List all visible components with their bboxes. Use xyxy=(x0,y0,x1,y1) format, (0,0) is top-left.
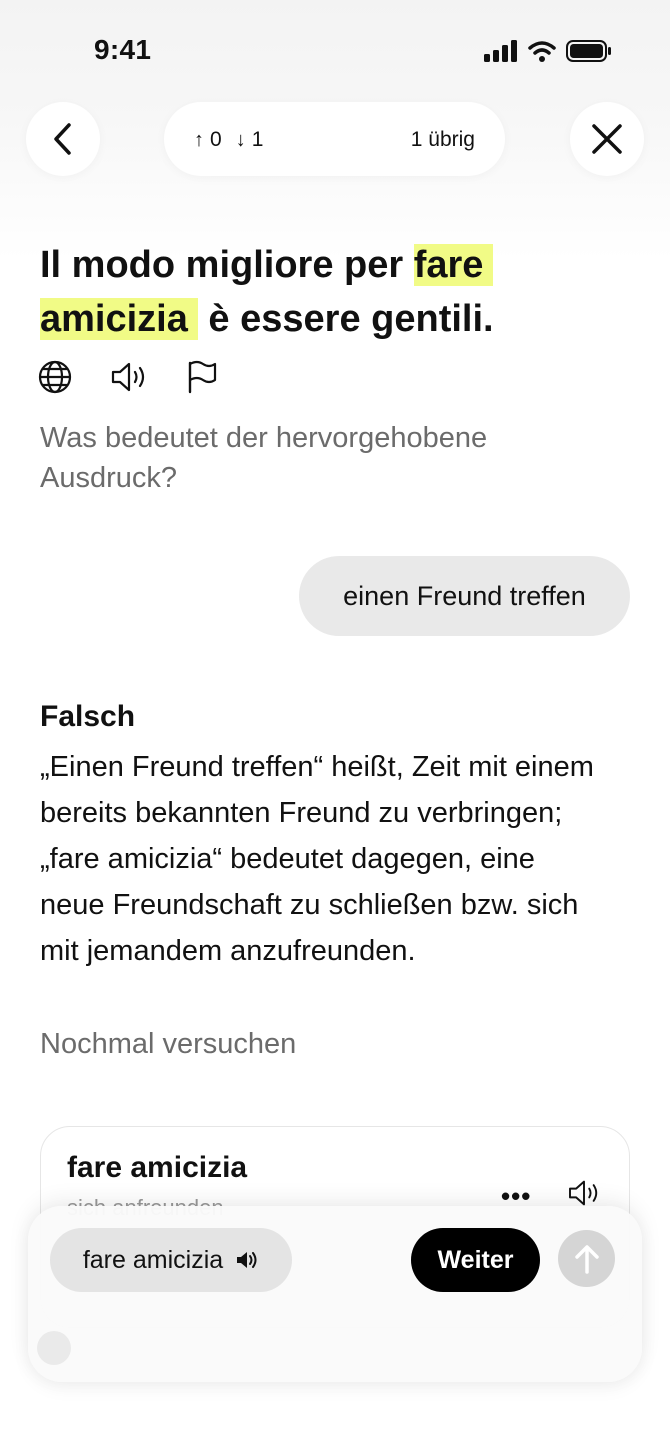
close-button[interactable] xyxy=(570,102,644,176)
sentence-before: Il modo migliore per xyxy=(40,244,414,286)
retry-link[interactable]: Nochmal versuchen xyxy=(40,1028,296,1061)
chevron-left-icon xyxy=(54,123,71,155)
highlighted-word-1[interactable]: fare xyxy=(413,244,494,286)
feedback-verdict: Falsch xyxy=(40,700,136,733)
status-icons xyxy=(484,40,612,62)
globe-icon[interactable] xyxy=(38,360,72,394)
chip-label: fare amicizia xyxy=(82,1245,224,1274)
remaining-count: 1 übrig xyxy=(410,128,475,151)
score-counts: ↑ 0 ↓ 1 xyxy=(194,128,263,152)
status-time: 9:41 xyxy=(94,34,152,65)
sentence-tools xyxy=(38,360,218,394)
phrase-audio-chip[interactable]: fare amicizia xyxy=(50,1228,292,1292)
wrong-count: 1 xyxy=(251,128,264,151)
sentence-after: è essere gentili. xyxy=(197,298,494,340)
speaker-icon xyxy=(237,1252,257,1268)
user-answer-bubble: einen Freund treffen xyxy=(299,556,630,636)
signal-icon xyxy=(484,40,517,62)
feedback-explanation: „Einen Freund treffen“ heißt, Zeit mit e… xyxy=(40,751,594,967)
flag-icon[interactable] xyxy=(186,360,218,394)
close-icon xyxy=(592,124,622,154)
send-button[interactable] xyxy=(558,1230,615,1287)
bottom-composer: fare amicizia Weiter xyxy=(28,1206,642,1382)
speaker-icon[interactable] xyxy=(567,1179,601,1207)
highlighted-word-2[interactable]: amicizia xyxy=(40,298,198,340)
arrow-up-icon: ↑ xyxy=(194,128,204,151)
back-button[interactable] xyxy=(26,102,100,176)
wifi-icon xyxy=(528,41,556,62)
question-prompt: Was bedeutet der hervorgehobene Ausdruck… xyxy=(40,422,488,494)
progress-pill: ↑ 0 ↓ 1 1 übrig xyxy=(164,102,505,176)
arrow-down-icon: ↓ xyxy=(235,128,246,151)
correct-count: 0 xyxy=(210,128,222,151)
decorative-icon xyxy=(37,1331,71,1365)
next-button[interactable]: Weiter xyxy=(411,1228,540,1292)
target-sentence: Il modo migliore per fare amicizia è esse… xyxy=(40,238,640,346)
speaker-icon[interactable] xyxy=(110,361,148,393)
arrow-up-icon xyxy=(574,1244,599,1274)
vocab-term: fare amicizia xyxy=(67,1151,248,1184)
battery-icon xyxy=(566,40,611,62)
